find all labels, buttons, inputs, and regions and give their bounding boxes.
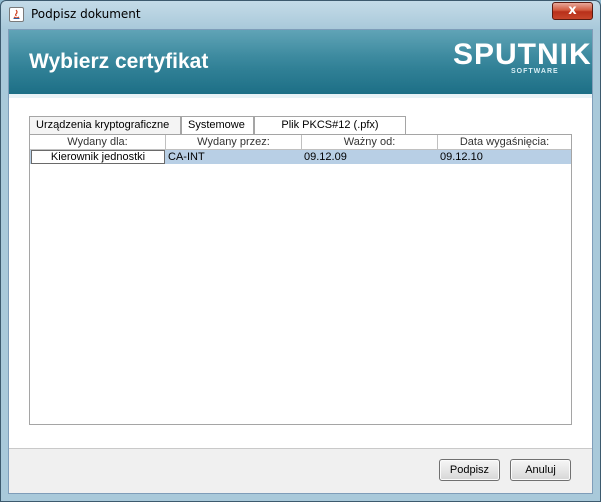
certificate-table[interactable]: Wydany dla: Wydany przez: Ważny od: Data… [29, 135, 572, 425]
sign-button[interactable]: Podpisz [439, 459, 500, 481]
footer-divider [9, 448, 592, 449]
banner-title: Wybierz certyfikat [29, 50, 209, 73]
cell-valid-from[interactable]: 09.12.09 [302, 150, 438, 164]
close-button[interactable]: x [552, 2, 593, 20]
tab-pkcs12-file[interactable]: Plik PKCS#12 (.pfx) [254, 116, 406, 134]
header-banner: Wybierz certyfikat SPUTNIK SOFTWARE [9, 30, 592, 94]
column-header-expiry-date[interactable]: Data wygaśnięcia: [438, 135, 571, 150]
tab-crypto-devices[interactable]: Urządzenia kryptograficzne [29, 116, 181, 134]
window-title: Podpisz dokument [31, 7, 141, 21]
sputnik-logo-subtext: SOFTWARE [511, 68, 559, 75]
tab-label: Plik PKCS#12 (.pfx) [281, 119, 379, 131]
tab-label: Systemowe [188, 119, 245, 131]
cell-issued-by[interactable]: CA-INT [166, 150, 302, 164]
cell-expiry-date[interactable]: 09.12.10 [438, 150, 571, 164]
dialog-window: Podpisz dokument x Wybierz certyfikat SP… [0, 0, 601, 502]
dialog-client-area: Wybierz certyfikat SPUTNIK SOFTWARE Urzą… [8, 29, 593, 494]
column-header-issued-to[interactable]: Wydany dla: [30, 135, 166, 150]
title-bar[interactable]: Podpisz dokument x [1, 1, 600, 29]
java-icon [9, 7, 24, 22]
column-header-issued-by[interactable]: Wydany przez: [166, 135, 302, 150]
cell-issued-to[interactable]: Kierownik jednostki [31, 150, 165, 164]
close-icon: x [568, 3, 577, 18]
column-header-valid-from[interactable]: Ważny od: [302, 135, 438, 150]
tab-system[interactable]: Systemowe [181, 116, 254, 134]
table-row[interactable]: Kierownik jednostki CA-INT 09.12.09 09.1… [30, 150, 571, 164]
certificate-panel: Urządzenia kryptograficzne Systemowe Pli… [9, 98, 592, 448]
cancel-button[interactable]: Anuluj [510, 459, 571, 481]
sputnik-logo: SPUTNIK [453, 38, 592, 71]
tab-label: Urządzenia kryptograficzne [36, 119, 170, 131]
